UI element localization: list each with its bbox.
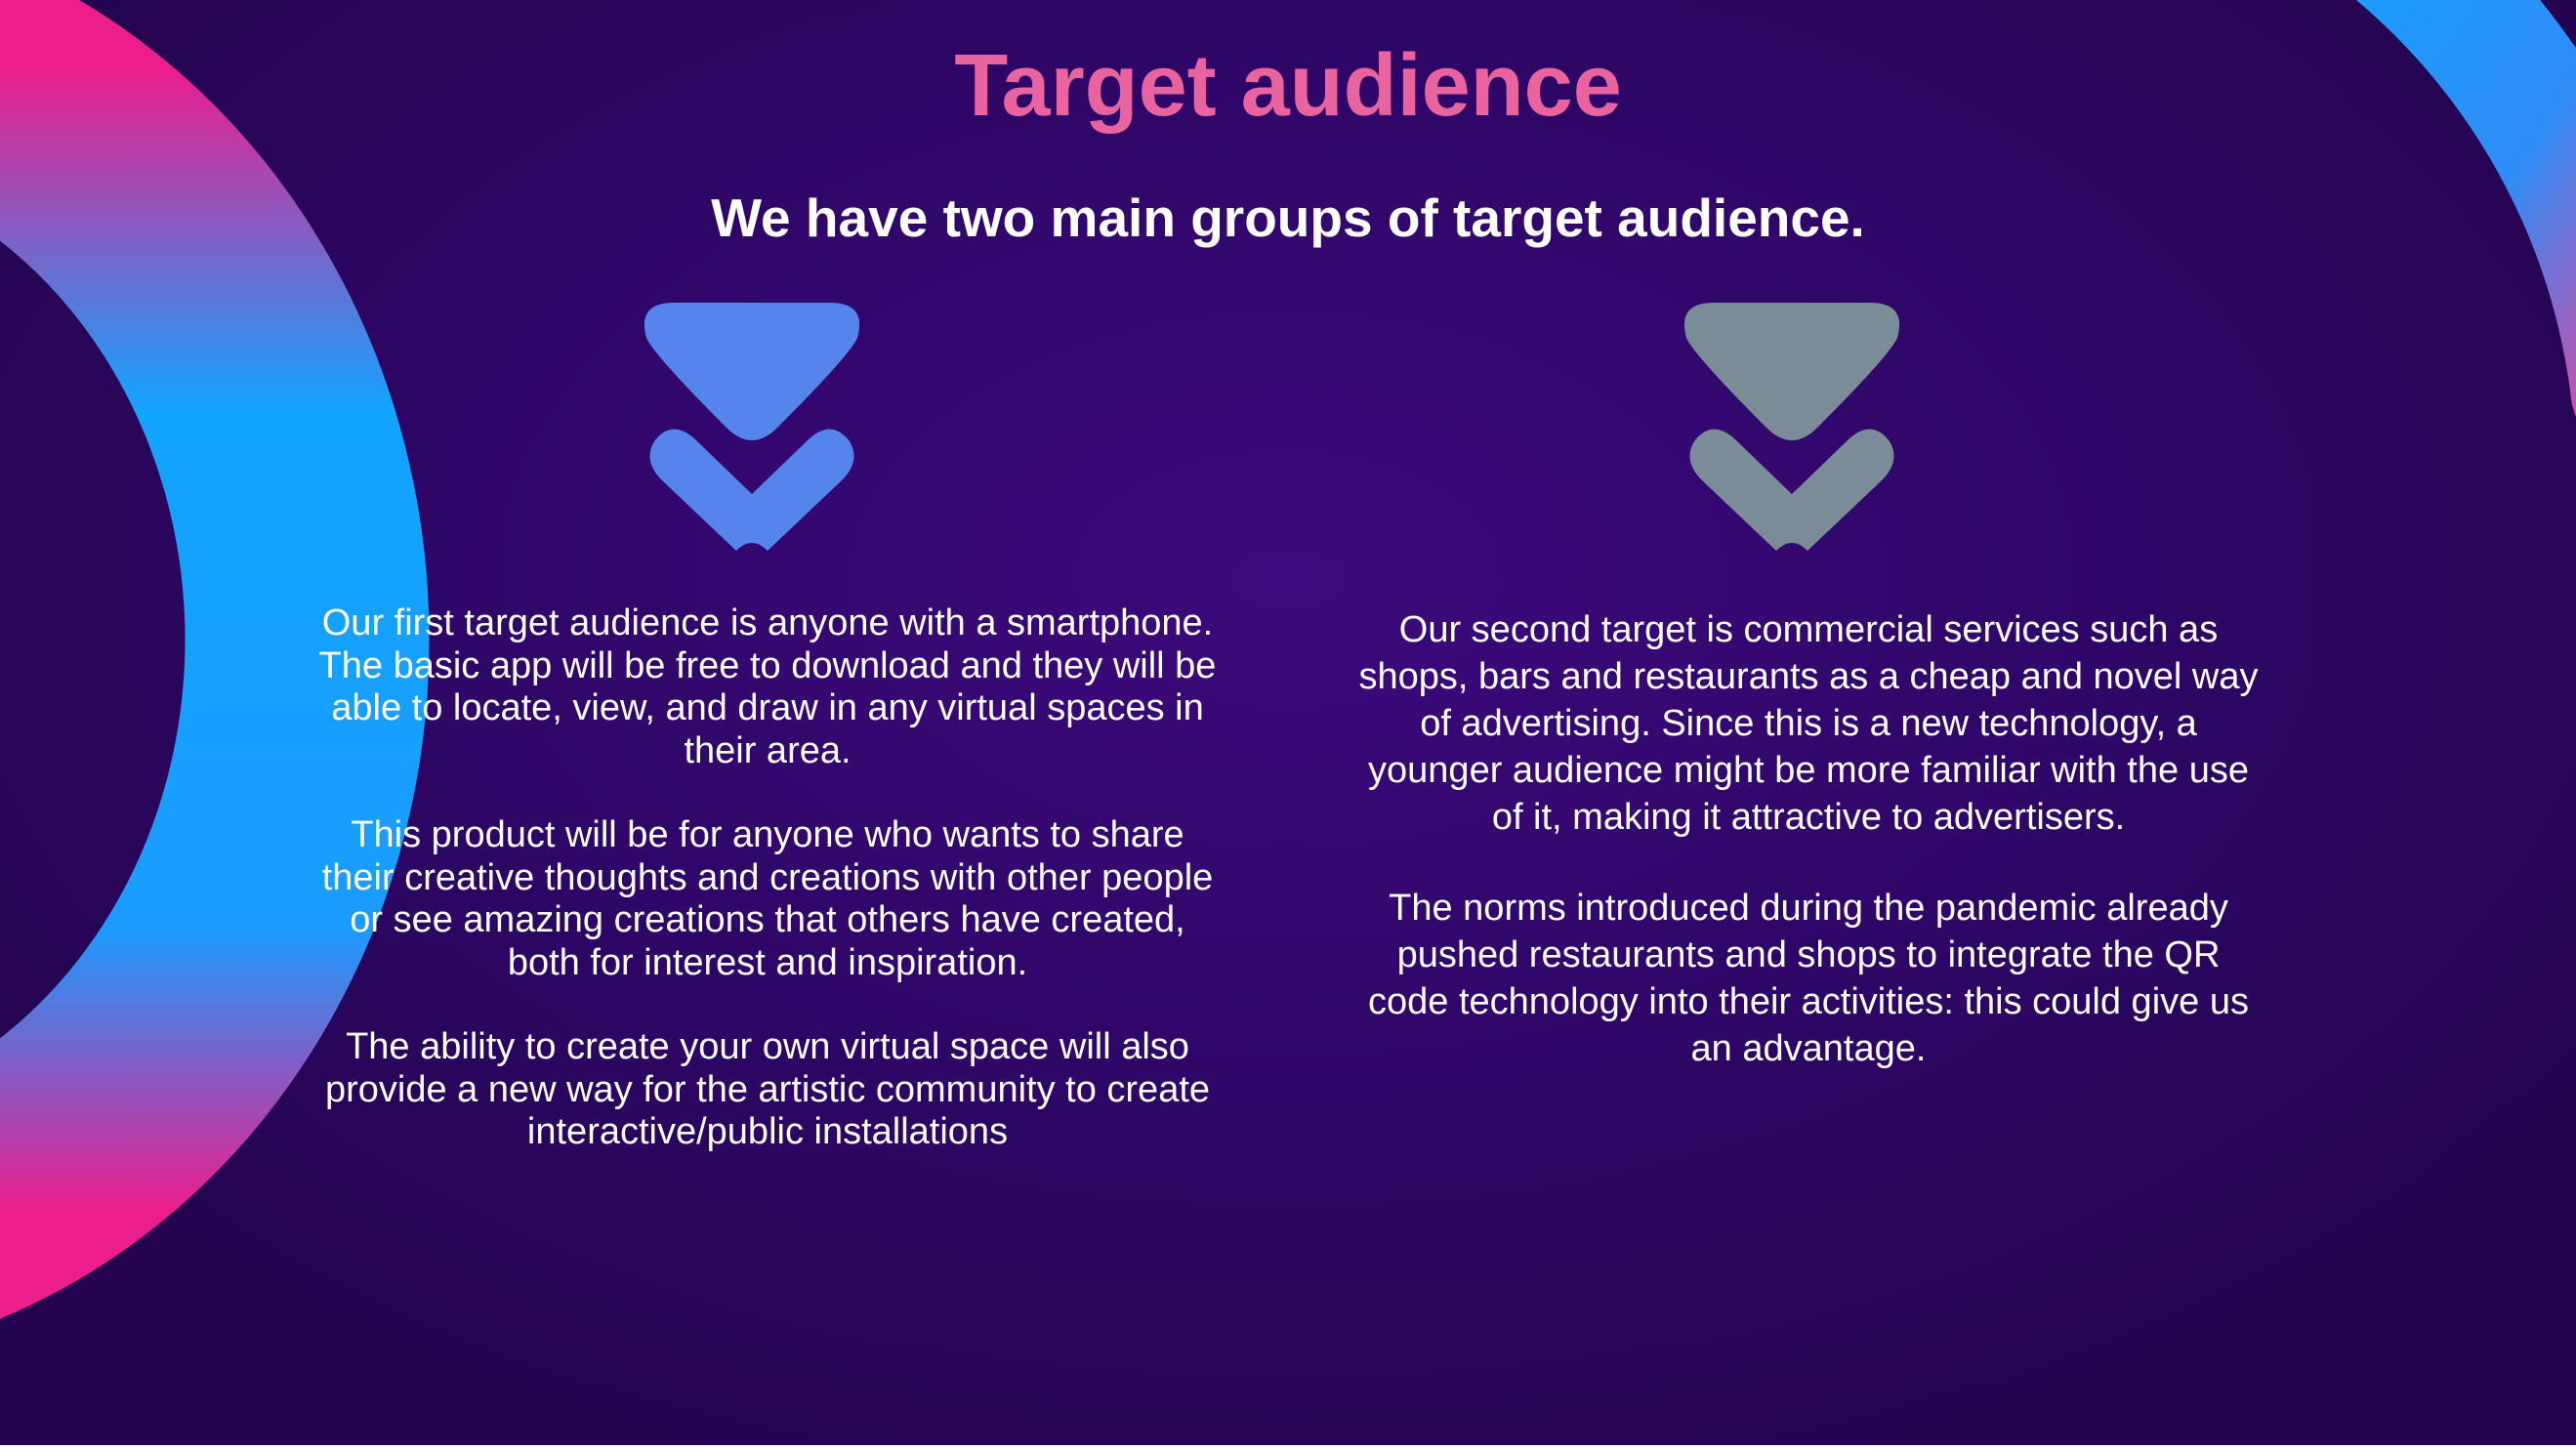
slide-title: Target audience [954, 37, 1622, 135]
slide: Target audience We have two main groups … [0, 0, 2576, 1445]
bottom-strip [0, 1445, 2576, 1451]
left-column-text: Our first target audience is anyone with… [317, 602, 1218, 1154]
left-paragraph: The ability to create your own virtual s… [324, 1026, 1211, 1152]
slide-subtitle: We have two main groups of target audien… [711, 187, 1865, 248]
right-paragraph: Our second target is commercial services… [1358, 609, 2259, 838]
double-chevron-down-icon [644, 303, 860, 551]
double-chevron-down-icon [1683, 303, 1900, 551]
left-paragraph: Our first target audience is anyone with… [318, 602, 1217, 771]
left-paragraph: This product will be for anyone who want… [321, 814, 1214, 983]
right-column-text: Our second target is commercial services… [1355, 606, 2262, 1072]
right-paragraph: The norms introduced during the pandemic… [1368, 888, 2249, 1069]
